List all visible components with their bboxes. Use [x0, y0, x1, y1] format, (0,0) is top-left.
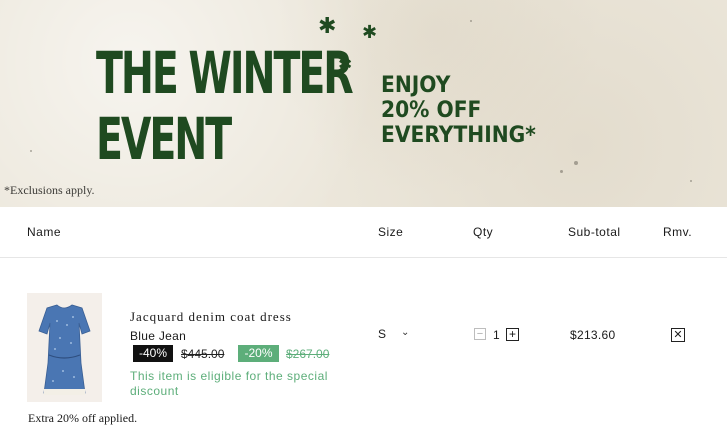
- column-header-name: Name: [27, 225, 62, 239]
- column-header-remove: Rmv.: [663, 225, 693, 239]
- remove-item-button[interactable]: ✕: [671, 328, 685, 342]
- column-header-subtotal: Sub-total: [568, 225, 621, 239]
- eligible-note: This item is eligible for the special di…: [130, 369, 328, 398]
- banner-promo-line: 20% OFF: [381, 98, 482, 123]
- size-select[interactable]: S: [378, 327, 386, 341]
- star-icon: ✱: [362, 22, 378, 43]
- exclusions-note: *Exclusions apply.: [4, 183, 95, 197]
- column-header-qty: Qty: [473, 225, 494, 239]
- banner-headline-line: THE WINTER: [96, 39, 354, 107]
- cart-table-header: Name Size Qty Sub-total Rmv.: [0, 207, 727, 258]
- banner-headline-line: EVENT: [96, 105, 232, 173]
- banner-promo: ENJOY 20% OFF EVERYTHING*: [381, 73, 536, 148]
- product-color: Blue Jean: [130, 329, 187, 343]
- product-name[interactable]: Jacquard denim coat dress: [130, 309, 292, 325]
- banner-promo-line: ENJOY: [381, 73, 451, 98]
- banner-headline: THE WINTER EVENT: [96, 39, 354, 173]
- extra-discount-badge: -20%: [238, 345, 279, 362]
- chevron-down-icon[interactable]: ⌄: [401, 327, 409, 338]
- star-icon: ✱: [338, 55, 353, 75]
- star-icon: ✱: [318, 14, 337, 39]
- qty-increment-button[interactable]: +: [506, 328, 519, 341]
- original-price: $445.00: [181, 347, 225, 361]
- discount-badge: -40%: [133, 345, 173, 362]
- sale-price: $267.00: [286, 347, 330, 361]
- item-subtotal: $213.60: [570, 328, 616, 342]
- qty-decrement-button[interactable]: −: [474, 328, 486, 340]
- winter-event-banner[interactable]: THE WINTER EVENT ✱ ✱ ✱ ENJOY 20% OFF EVE…: [0, 0, 727, 207]
- product-thumbnail[interactable]: [27, 293, 102, 402]
- extra-discount-note: Extra 20% off applied.: [28, 411, 138, 425]
- qty-value: 1: [493, 328, 500, 342]
- dress-image: [38, 304, 91, 395]
- column-header-size: Size: [378, 225, 404, 239]
- banner-promo-line: EVERYTHING*: [381, 123, 536, 148]
